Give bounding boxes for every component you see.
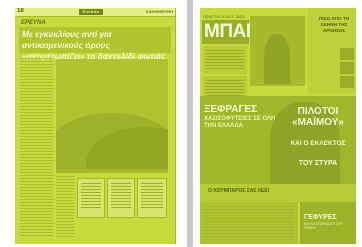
sidebar-thumb	[340, 76, 354, 88]
sidebar-thumb	[340, 48, 354, 60]
story-subtitle-2b: ΤΟΥ ΣΤΥΡΑ	[298, 160, 338, 167]
masthead-box: ΜΠΑΜ	[202, 20, 262, 44]
story-title-1: ΞΕΦΡΑΓΕΣ	[204, 104, 258, 115]
text-column-1	[20, 58, 53, 238]
page-number: 18	[17, 8, 24, 14]
story-subtitle-1: ΧΑΣΙΣΟΦΥΤΕΙΕΣ ΣΕ ΟΛΗ ΤΗΝ ΕΛΛΑΔΑ	[204, 116, 276, 129]
sidebar-thumb	[340, 62, 354, 74]
section-badge: ΕΛΛΑΔΑ	[79, 9, 103, 15]
story-subtitle-2: ΚΑΙ Ο ΕΚΛΕΚΤΟΣ	[290, 140, 346, 147]
page-header-bar: 18 ΕΛΛΑΔΑ ΚΑΘΗΜΕΡΙΝΗ	[15, 8, 175, 17]
paper-name: ΚΑΘΗΜΕΡΙΝΗ	[145, 9, 173, 14]
newspaper-page-right[interactable]: ΠΕΜΠΤΗ 10 ΑΥΓ. 2023 ΜΠΑΜ ΠΙΣΩ ΑΠΟ ΤΗ ΣΚΗ…	[200, 8, 356, 244]
masthead-column: ΠΕΜΠΤΗ 10 ΑΥΓ. 2023 ΜΠΑΜ	[201, 14, 262, 100]
headline-box: Με εγκυκλίους αντί για αντικειμενικούς ό…	[19, 27, 171, 61]
page-gutter	[187, 0, 193, 247]
photo-caption	[56, 169, 168, 173]
bottom-text-lines	[204, 206, 294, 240]
article-photo	[56, 59, 168, 169]
band-text: Ο ΚΟΥΜΠΑΡΟΣ ΣΑΣ ΛΕΕΙ	[208, 188, 269, 194]
sidebar-title: ΠΙΣΩ ΑΠΟ ΤΗ ΣΚΗΝΗ ΤΗΣ ΑΡΝΗΣΗΣ	[318, 16, 350, 33]
document-scan-2	[107, 178, 135, 218]
feature-title: ΓΕΦΥΡΕΣ	[304, 214, 337, 221]
date-line: ΠΕΜΠΤΗ 10 ΑΥΓ. 2023	[203, 14, 245, 19]
document-viewer: 18 ΕΛΛΑΔΑ ΚΑΘΗΜΕΡΙΝΗ ΕΡΕΥΝΑ Με εγκυκλίου…	[0, 0, 362, 247]
text-column-2	[56, 176, 74, 238]
story-title-2: ΠΙΛΟΤΟΙ «ΜΑΪΜΟΥ»	[292, 106, 344, 128]
newspaper-page-left[interactable]: 18 ΕΛΛΑΔΑ ΚΑΘΗΜΕΡΙΝΗ ΕΡΕΥΝΑ Με εγκυκλίου…	[15, 8, 176, 244]
document-scan-1	[77, 178, 105, 218]
cover-photo-top	[250, 16, 305, 86]
article-kicker: ΕΡΕΥΝΑ	[21, 20, 46, 26]
feature-subtitle: ΚΑΙ ΝΤΟΠΑΡΙΣΜΟΙ ΣΤΗ ΘΡΑΚΗ	[304, 222, 343, 230]
document-scan-3	[137, 178, 167, 218]
brief-story-1	[203, 46, 247, 74]
